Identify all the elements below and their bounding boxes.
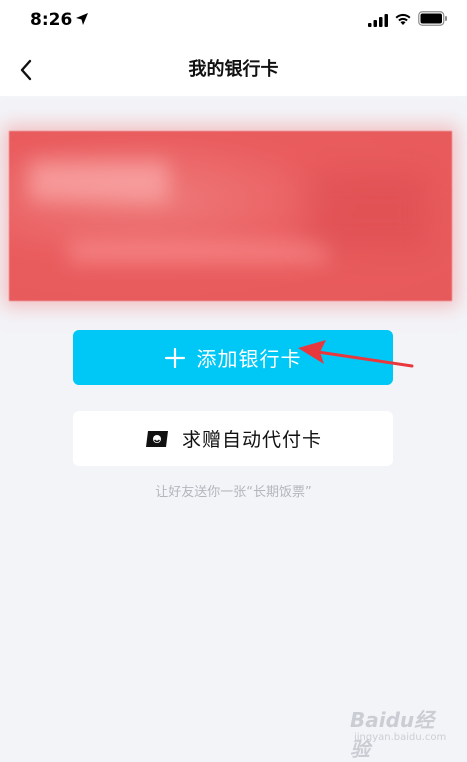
status-time: 8:26 bbox=[30, 10, 73, 30]
page-title: 我的银行卡 bbox=[188, 59, 279, 80]
wifi-icon bbox=[395, 13, 411, 25]
request-gift-card-label: 求赠自动代付卡 bbox=[181, 429, 322, 451]
status-bar: 8:26 bbox=[0, 0, 467, 44]
add-bank-card-label: 添加银行卡 bbox=[196, 347, 302, 371]
watermark: Baidu经验 jingyan.baidu.com bbox=[350, 700, 450, 761]
card-blur-detail bbox=[69, 241, 329, 263]
bank-card[interactable] bbox=[9, 131, 452, 301]
location-arrow-icon bbox=[76, 13, 88, 25]
cellular-signal-icon bbox=[368, 14, 388, 27]
plus-icon bbox=[164, 347, 185, 368]
card-blur-detail bbox=[309, 171, 429, 251]
card-blur-detail bbox=[29, 161, 169, 201]
request-gift-card-button[interactable]: 求赠自动代付卡 bbox=[73, 411, 393, 466]
ticket-icon bbox=[145, 430, 168, 447]
watermark-subtext: jingyan.baidu.com bbox=[354, 732, 447, 743]
battery-icon bbox=[418, 11, 447, 26]
gift-hint-text: 让好友送你一张“长期饭票” bbox=[155, 485, 312, 500]
red-arrow-annotation bbox=[298, 340, 414, 368]
nav-bar: 我的银行卡 bbox=[0, 44, 467, 96]
back-button[interactable] bbox=[8, 52, 44, 88]
chevron-left-icon bbox=[20, 59, 32, 81]
